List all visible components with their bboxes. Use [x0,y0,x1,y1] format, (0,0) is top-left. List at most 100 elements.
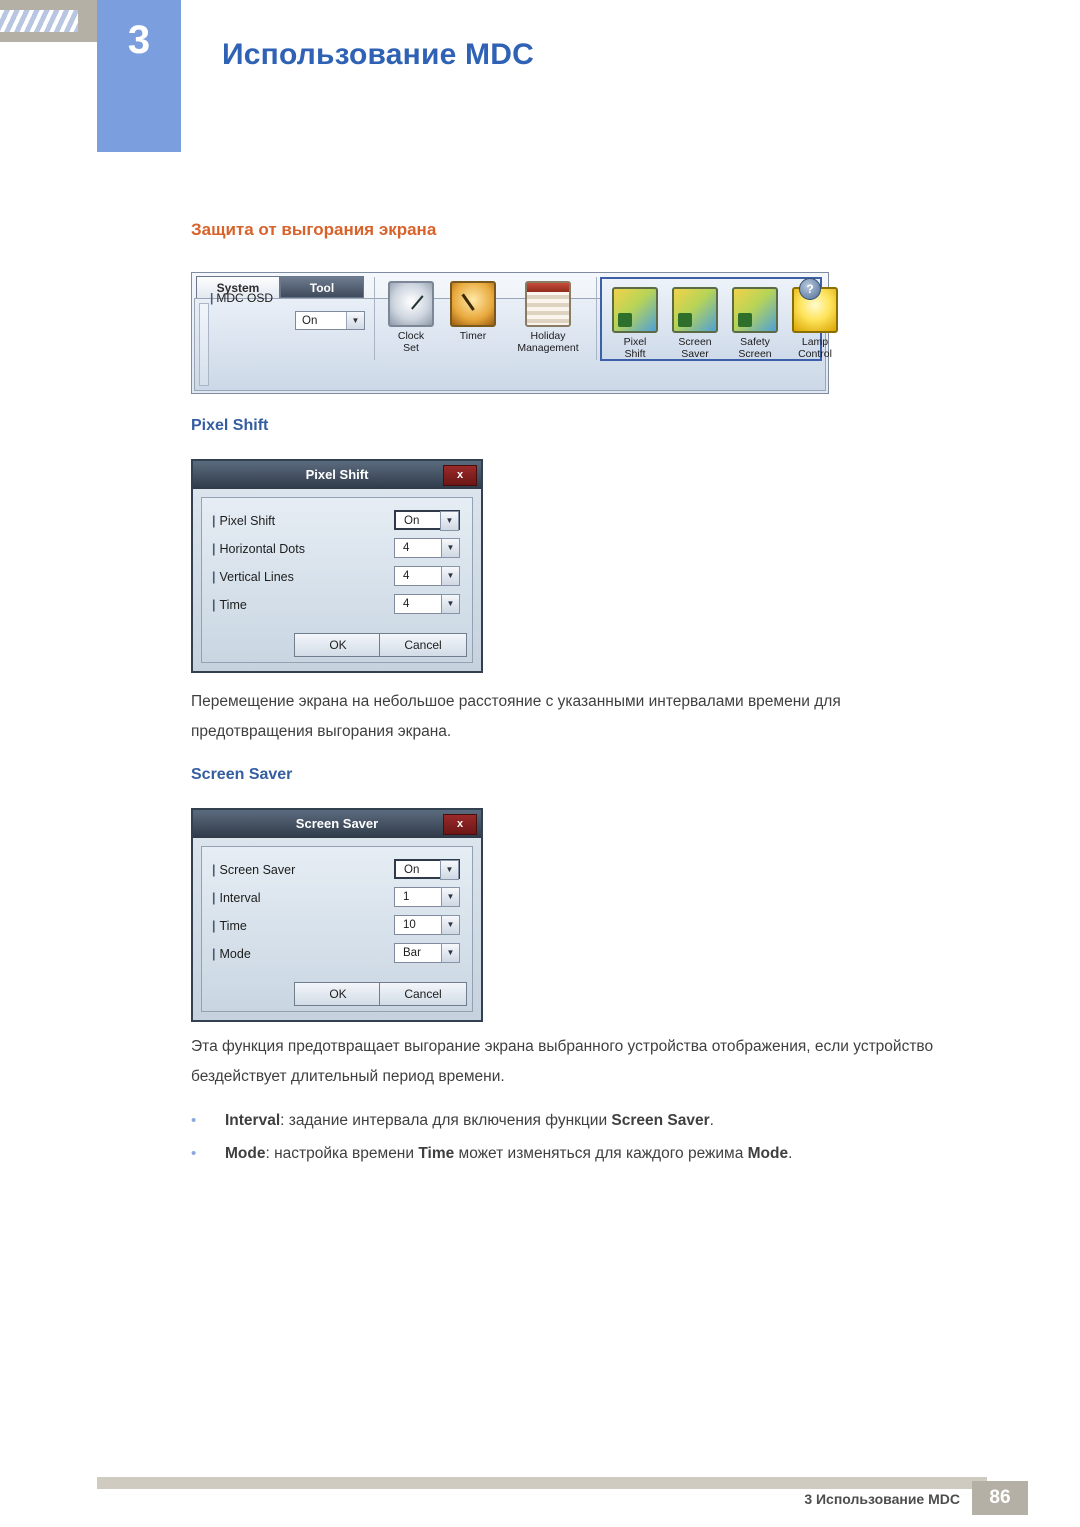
bullet-bold-2: Screen Saver [611,1112,710,1129]
safety-screen-icon [732,287,778,333]
ok-button[interactable]: OK [294,982,382,1006]
close-icon[interactable]: x [443,814,477,835]
toolbar-icon-clock-set[interactable]: Clock Set [380,281,442,354]
toolbar-icon-label2: Saver [681,348,709,360]
select-horizontal-dots[interactable]: 4 ▼ [394,538,460,558]
tick-marker: | [212,514,216,528]
ok-button[interactable]: OK [294,633,382,657]
row-label: Screen Saver [219,863,296,877]
bullet-bold-3: Mode [747,1145,789,1162]
select-time[interactable]: 4 ▼ [394,594,460,614]
row-label-pixel-shift: | Pixel Shift [212,510,275,532]
toolbar-icon-label: Safety [740,336,770,348]
bullet-bold-1: Interval [225,1112,281,1129]
subsection-title-screen-saver: Screen Saver [191,766,293,783]
toolbar-icon-holiday-management[interactable]: Holiday Management [504,281,592,354]
cancel-button[interactable]: Cancel [379,982,467,1006]
toolbar-icon-label2: Set [403,342,419,354]
subsection-title-pixel-shift: Pixel Shift [191,417,269,434]
toolbar-icon-timer[interactable]: Timer [442,281,504,342]
select-pixel-shift[interactable]: On ▼ [394,510,460,531]
row-label-horizontal-dots: | Horizontal Dots [212,538,305,560]
select-mode[interactable]: Bar ▼ [394,943,460,963]
row-label: Time [219,598,247,612]
bullet-dot-icon: • [191,1145,197,1162]
bullet-text-3: . [788,1145,793,1162]
header-hatch-decoration [0,10,78,32]
toolbar-icon-label2: Shift [624,348,646,360]
mdc-osd-select[interactable]: On ▼ [295,311,365,330]
bullet-item-mode: • Mode: настройка времени Time может изме… [191,1145,981,1163]
bullet-text-1: : настройка времени [265,1145,419,1162]
screen-saver-icon [672,287,718,333]
chevron-down-icon[interactable]: ▼ [346,312,364,329]
select-value: 4 [403,598,410,610]
chevron-down-icon[interactable]: ▼ [441,594,460,614]
chevron-down-icon[interactable]: ▼ [441,538,460,558]
row-label-vertical-lines: | Vertical Lines [212,566,294,588]
toolbar-icon-pixel-shift[interactable]: Pixel Shift [604,287,666,360]
chevron-down-icon[interactable]: ▼ [441,943,460,963]
row-label-mode: | Mode [212,943,251,965]
tick-marker: | [210,291,214,305]
page-title: Использование MDC [222,38,534,71]
bullet-dot-icon: • [191,1112,197,1129]
chevron-down-icon[interactable]: ▼ [441,915,460,935]
screen-saver-dialog: Screen Saver x | Screen Saver On ▼ | Inter… [191,808,483,1022]
toolbar-icon-safety-screen[interactable]: Safety Screen [724,287,786,360]
footer-text: 3 Использование MDC [804,1491,960,1507]
clock-icon [388,281,434,327]
section-title: Защита от выгорания экрана [191,220,437,239]
tick-marker: | [212,891,216,905]
tick-marker: | [212,947,216,961]
chevron-down-icon[interactable]: ▼ [441,887,460,907]
toolbar-icon-label: Screen [678,336,712,348]
select-value: Bar [403,947,421,959]
dialog-titlebar: Screen Saver x [193,810,481,838]
mdc-toolbar-screenshot: System Tool | MDC OSD On ▼ Clock Set Time… [191,272,838,394]
row-label: Mode [219,947,251,961]
select-interval[interactable]: 1 ▼ [394,887,460,907]
toolbar-left-strip [199,303,209,386]
select-value: 10 [403,919,416,931]
toolbar-separator [374,277,375,360]
row-label-screen-saver: | Screen Saver [212,859,295,881]
dialog-titlebar: Pixel Shift x [193,461,481,489]
select-value: 4 [403,542,410,554]
mdc-osd-label: | MDC OSD [210,291,273,305]
row-label-interval: | Interval [212,887,261,909]
select-vertical-lines[interactable]: 4 ▼ [394,566,460,586]
page-number: 86 [972,1481,1028,1515]
select-value: 4 [403,570,410,582]
row-label-time: | Time [212,915,247,937]
chevron-down-icon[interactable]: ▼ [441,566,460,586]
toolbar-icon-screen-saver[interactable]: Screen Saver [664,287,726,360]
safety-screen-group: Pixel Shift Screen Saver Safety Screen L… [600,277,838,361]
bullet-text-1: : задание интервала для включения функци… [280,1112,612,1129]
tick-marker: | [212,542,216,556]
select-value: On [404,515,420,527]
chapter-number: 3 [97,0,181,152]
footer-rule [97,1477,987,1489]
bullet-bold-2: Time [418,1145,455,1162]
select-time[interactable]: 10 ▼ [394,915,460,935]
mdc-osd-value: On [302,315,318,327]
toolbar-icon-label: Holiday [530,330,566,342]
bullet-bold-1: Mode [225,1145,266,1162]
toolbar-icon-label2: Control [798,348,832,360]
bullet-item-interval: • Interval: задание интервала для включен… [191,1112,981,1130]
tab-tool[interactable]: Tool [280,276,364,298]
close-icon[interactable]: x [443,465,477,486]
toolbar-separator-2 [596,277,597,360]
help-icon[interactable]: ? [799,278,821,300]
select-screen-saver[interactable]: On ▼ [394,859,460,880]
chevron-down-icon[interactable]: ▼ [440,511,459,531]
cancel-button[interactable]: Cancel [379,633,467,657]
toolbar-icon-label: Timer [459,330,487,342]
dialog-title-text: Pixel Shift [305,467,369,482]
row-label: Interval [219,891,261,905]
tick-marker: | [212,598,216,612]
tick-marker: | [212,570,216,584]
chevron-down-icon[interactable]: ▼ [440,860,459,880]
tick-marker: | [212,863,216,877]
